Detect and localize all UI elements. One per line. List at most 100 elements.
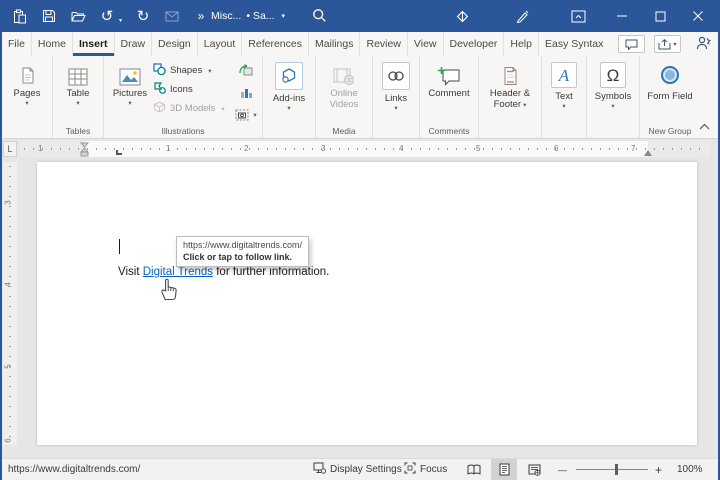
new-comment-icon xyxy=(437,61,461,88)
save-icon[interactable] xyxy=(41,8,57,24)
ruler-number: 2 xyxy=(244,144,248,153)
close-button[interactable] xyxy=(690,8,706,24)
header-footer-button[interactable]: Header & Footer▾ xyxy=(482,58,538,111)
links-label: Links xyxy=(385,93,407,104)
ink-pen-icon[interactable] xyxy=(514,8,530,24)
zoom-in-button[interactable]: + xyxy=(655,459,662,480)
tab-references[interactable]: References xyxy=(241,32,308,56)
chevron-down-icon: ▾ xyxy=(394,104,397,113)
symbols-button[interactable]: Ω Symbols ▾ xyxy=(590,58,636,111)
shapes-button[interactable]: Shapes ▾ xyxy=(153,63,233,78)
ruler-number: 7 xyxy=(631,144,635,153)
print-layout-button[interactable] xyxy=(491,459,517,480)
ribbon-group-media: Online Videos Media xyxy=(316,56,373,138)
shapes-icon xyxy=(153,63,166,78)
paste-icon[interactable] xyxy=(12,8,28,24)
table-icon xyxy=(68,61,88,88)
header-footer-label: Header & Footer▾ xyxy=(482,88,538,111)
redo-icon[interactable]: ↻ xyxy=(135,8,151,24)
vertical-ruler[interactable]: 3 4 5 6 xyxy=(3,162,17,445)
tab-help[interactable]: Help xyxy=(503,32,538,56)
pages-button[interactable]: Pages ▾ xyxy=(5,58,49,108)
tab-review[interactable]: Review xyxy=(359,32,406,56)
pictures-label: Pictures xyxy=(113,88,147,99)
indent-marker[interactable] xyxy=(80,142,89,162)
icons-label: Icons xyxy=(170,84,193,95)
tooltip-hint: Click or tap to follow link. xyxy=(183,251,302,263)
title-bar: ↺ ▾ ↻ » Misc... • Sa... ▾ xyxy=(0,0,720,32)
diamond-icon[interactable] xyxy=(454,8,470,24)
ribbon-group-symbols: Ω Symbols ▾ xyxy=(587,56,640,138)
web-layout-button[interactable] xyxy=(521,459,547,480)
tab-layout[interactable]: Layout xyxy=(197,32,242,56)
chart-icon[interactable] xyxy=(240,86,253,104)
collapse-ribbon-icon[interactable] xyxy=(699,117,710,135)
form-field-button[interactable]: Form Field xyxy=(643,58,697,102)
comment-label: Comment xyxy=(428,88,469,99)
maximize-button[interactable] xyxy=(652,8,668,24)
ribbon-group-new-group: Form Field New Group xyxy=(640,56,700,138)
pictures-button[interactable]: Pictures ▾ xyxy=(107,58,153,108)
table-button[interactable]: Table ▾ xyxy=(56,58,100,108)
zoom-level[interactable]: 100% xyxy=(677,459,703,480)
screenshot-icon[interactable]: ▾ xyxy=(235,109,256,121)
3d-models-icon xyxy=(153,101,166,116)
title-chevron-icon[interactable]: ▾ xyxy=(282,12,286,20)
tab-mailings[interactable]: Mailings xyxy=(308,32,360,56)
chevron-down-icon: ▾ xyxy=(611,102,614,111)
presence-icon[interactable] xyxy=(696,36,712,53)
undo-icon[interactable]: ↺ xyxy=(99,8,115,24)
open-icon[interactable] xyxy=(70,8,86,24)
ribbon-group-tables: Table ▾ Tables xyxy=(53,56,104,138)
undo-chevron-icon[interactable]: ▾ xyxy=(119,17,122,24)
tab-draw[interactable]: Draw xyxy=(114,32,152,56)
pages-icon xyxy=(18,61,36,88)
status-url: https://www.digitaltrends.com/ xyxy=(8,459,140,480)
save-status: • Sa... xyxy=(246,10,274,22)
tab-easy-syntax[interactable]: Easy Syntax xyxy=(538,32,609,56)
tab-selector[interactable]: L xyxy=(3,141,17,157)
document-page[interactable] xyxy=(37,162,697,445)
quick-access-toolbar: ↺ ▾ ↻ » xyxy=(12,0,209,32)
ribbon: Pages ▾ Table ▾ Tables xyxy=(2,56,718,139)
media-group-label: Media xyxy=(332,124,355,138)
zoom-slider-thumb[interactable] xyxy=(615,464,618,475)
share-button[interactable]: ▾ xyxy=(654,35,681,53)
display-settings-button[interactable]: Display Settings xyxy=(313,459,402,480)
3d-models-label: 3D Models xyxy=(170,103,215,114)
comments-button[interactable] xyxy=(618,35,645,53)
zoom-slider-track[interactable] xyxy=(576,469,648,470)
form-field-icon xyxy=(661,61,679,91)
focus-button[interactable]: Focus xyxy=(404,459,447,480)
comment-button[interactable]: Comment xyxy=(423,58,475,99)
tab-developer[interactable]: Developer xyxy=(443,32,504,56)
horizontal-ruler[interactable]: 1 1 2 3 4 5 6 7 xyxy=(20,141,710,157)
add-ins-button[interactable]: Add-ins ▾ xyxy=(266,58,312,113)
links-icon xyxy=(382,61,410,93)
icons-button[interactable]: Icons xyxy=(153,82,233,97)
symbols-label: Symbols xyxy=(595,91,631,102)
tab-insert[interactable]: Insert xyxy=(72,32,114,56)
smartart-icon[interactable] xyxy=(239,63,253,81)
table-label: Table xyxy=(67,88,90,99)
ribbon-display-options-icon[interactable] xyxy=(570,8,586,24)
tab-file[interactable]: File xyxy=(2,32,31,56)
tab-stop-marker[interactable] xyxy=(116,150,122,155)
qat-overflow-icon[interactable]: » xyxy=(193,8,209,24)
ribbon-group-comments: Comment Comments xyxy=(420,56,479,138)
ribbon-group-pages: Pages ▾ xyxy=(2,56,53,138)
read-mode-button[interactable] xyxy=(461,459,487,480)
ruler-number: 4 xyxy=(4,282,13,286)
zoom-out-button[interactable]: — xyxy=(558,459,567,480)
tab-view[interactable]: View xyxy=(407,32,443,56)
right-indent-marker[interactable] xyxy=(644,150,652,156)
minimize-button[interactable] xyxy=(614,8,630,24)
text-button[interactable]: A Text ▾ xyxy=(545,58,583,111)
links-button[interactable]: Links ▾ xyxy=(376,58,416,113)
text-before-link: Visit xyxy=(118,266,143,278)
search-icon[interactable] xyxy=(312,8,327,28)
ruler-number: 4 xyxy=(399,144,403,153)
document-title[interactable]: Misc... • Sa... ▾ xyxy=(211,0,285,32)
tab-home[interactable]: Home xyxy=(31,32,72,56)
tab-design[interactable]: Design xyxy=(151,32,197,56)
